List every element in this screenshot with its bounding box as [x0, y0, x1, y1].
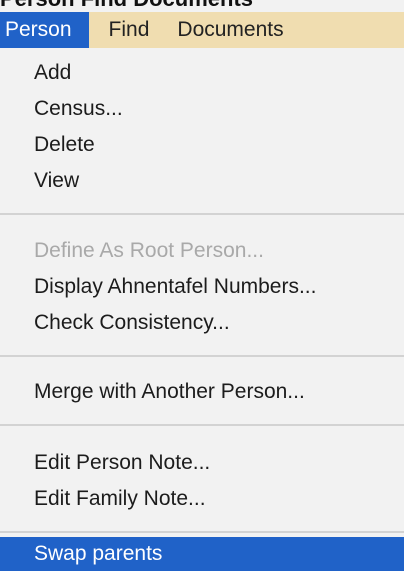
menu-person[interactable]: Person — [0, 12, 89, 48]
menu-bar: Person Find Documents — [0, 12, 404, 48]
menu-item-edit-person-note[interactable]: Edit Person Note... — [0, 446, 404, 480]
menu-item-census[interactable]: Census... — [0, 92, 404, 126]
menu-separator — [0, 213, 404, 215]
menu-item-view[interactable]: View — [0, 164, 404, 198]
menu-separator — [0, 531, 404, 533]
screenshot-root: Person Find Documents Person Find Docume… — [0, 0, 404, 571]
menu-item-add[interactable]: Add — [0, 56, 404, 90]
clipped-caption: Person Find Documents — [0, 0, 404, 12]
menu-documents[interactable]: Documents — [169, 12, 283, 48]
menu-item-define-root-person: Define As Root Person... — [34, 239, 264, 262]
menu-item-check-consistency[interactable]: Check Consistency... — [0, 306, 404, 340]
menu-item-swap-parents[interactable]: Swap parents — [0, 537, 404, 571]
menu-item-edit-family-note[interactable]: Edit Family Note... — [0, 482, 404, 516]
menu-separator — [0, 424, 404, 426]
menu-item-display-ahnentafel-numbers[interactable]: Display Ahnentafel Numbers... — [0, 270, 404, 304]
menu-find[interactable]: Find — [89, 12, 170, 48]
person-dropdown-menu: Add Census... Delete View Define As Root… — [0, 48, 404, 571]
menu-separator — [0, 355, 404, 357]
menu-item-delete[interactable]: Delete — [0, 128, 404, 162]
menu-item-merge-person[interactable]: Merge with Another Person... — [0, 375, 404, 409]
